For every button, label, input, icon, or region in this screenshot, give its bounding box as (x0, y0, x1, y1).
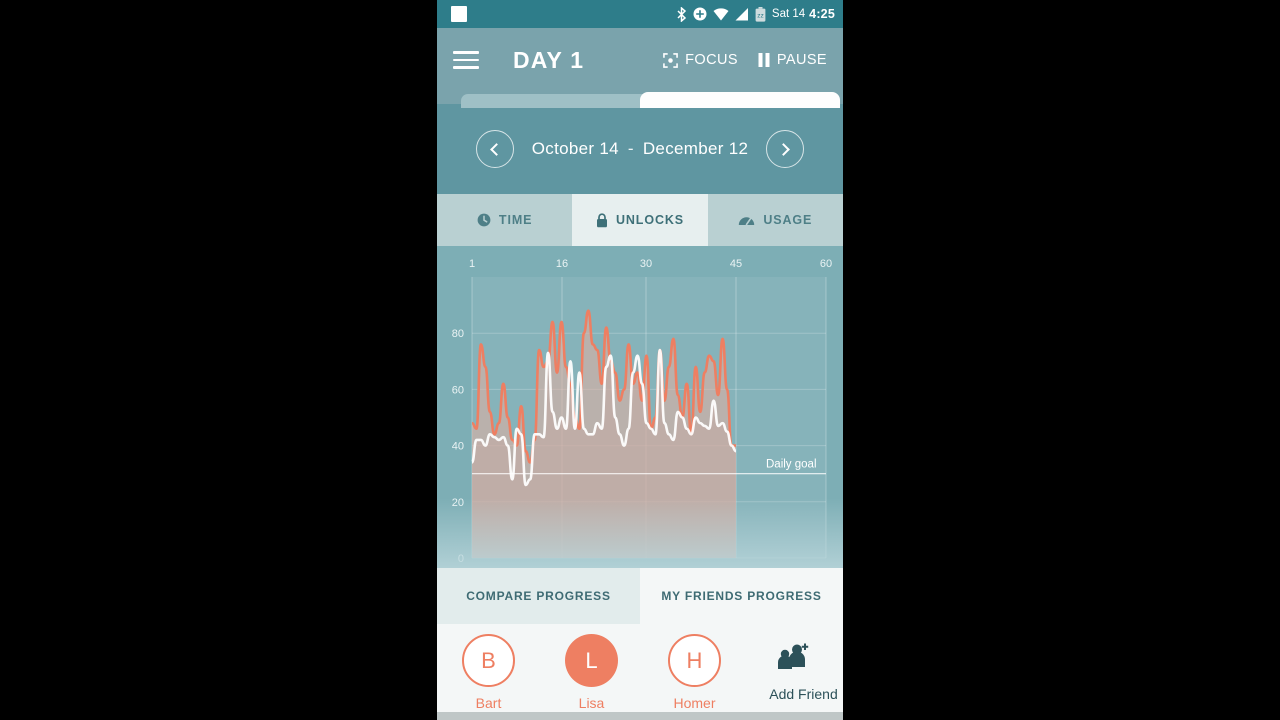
unlocks-chart[interactable]: 116304560020406080Daily goal (437, 246, 843, 568)
pause-label: PAUSE (776, 52, 827, 68)
hamburger-icon[interactable] (453, 51, 479, 69)
svg-text:80: 80 (452, 328, 464, 340)
tab-unlocks[interactable]: UNLOCKS (572, 194, 708, 246)
status-bar: zz Sat 14 4:25 (437, 0, 843, 28)
prev-period-button[interactable] (475, 130, 514, 168)
svg-text:30: 30 (640, 258, 652, 270)
tab-compare-progress[interactable]: COMPARE PROGRESS (437, 568, 640, 624)
friend-name: Homer (673, 695, 716, 711)
tab-time-label: TIME (498, 213, 533, 227)
tab-usage-label: USAGE (763, 213, 813, 227)
date-range-start: October 14 (531, 139, 619, 158)
status-clock: 4:25 (809, 7, 835, 21)
signal-icon (735, 7, 748, 20)
svg-text:60: 60 (820, 258, 832, 270)
add-friend-button[interactable]: Add Friend (740, 634, 843, 702)
friend-lisa[interactable]: L Lisa (540, 634, 643, 711)
tab-compare-progress-label: COMPARE PROGRESS (466, 589, 611, 603)
focus-label: FOCUS (685, 52, 738, 68)
tab-usage[interactable]: USAGE (707, 194, 843, 246)
date-range-end: December 12 (642, 139, 749, 158)
avatar: H (668, 634, 721, 687)
location-icon (693, 7, 707, 21)
status-placeholder-icon (451, 6, 467, 22)
next-period-button[interactable] (766, 130, 805, 168)
focus-icon (663, 52, 679, 68)
friend-homer[interactable]: H Homer (643, 634, 746, 711)
friends-row: B Bart L Lisa H Homer Add Friend (437, 624, 843, 720)
lock-icon (596, 212, 607, 227)
system-nav-bar (437, 712, 843, 720)
speedometer-icon (739, 217, 755, 226)
svg-text:40: 40 (452, 441, 464, 453)
metric-tabs: TIME UNLOCKS USAGE (437, 194, 843, 246)
date-range-separator: - (627, 139, 634, 158)
friend-bart[interactable]: B Bart (437, 634, 540, 711)
date-range-label: October 14 - December 12 (532, 139, 748, 159)
phone-screen: zz Sat 14 4:25 DAY 1 FOCUS PAUSE October… (437, 0, 843, 720)
add-people-icon (777, 643, 808, 669)
svg-text:16: 16 (556, 258, 568, 270)
wifi-icon (713, 7, 729, 20)
bluetooth-icon (677, 6, 687, 22)
pause-icon (758, 53, 770, 67)
app-bar: DAY 1 FOCUS PAUSE (437, 28, 843, 92)
app-bar-actions: FOCUS PAUSE (663, 52, 827, 68)
card-peek-right (640, 92, 840, 108)
progress-tabs: COMPARE PROGRESS MY FRIENDS PROGRESS (437, 568, 843, 624)
friend-name: Bart (475, 695, 502, 711)
screenshot-stage: zz Sat 14 4:25 DAY 1 FOCUS PAUSE October… (0, 0, 1280, 720)
tab-my-friends-progress[interactable]: MY FRIENDS PROGRESS (640, 568, 843, 624)
tab-unlocks-label: UNLOCKS (615, 213, 685, 227)
chart-bottom-fade (437, 498, 843, 568)
card-peek-left (461, 94, 651, 108)
status-date: Sat 14 (771, 8, 806, 20)
date-range-nav: October 14 - December 12 (437, 104, 843, 194)
tab-my-friends-progress-label: MY FRIENDS PROGRESS (661, 589, 822, 603)
chevron-left-icon (489, 142, 503, 156)
svg-text:60: 60 (452, 384, 464, 396)
focus-button[interactable]: FOCUS (663, 52, 738, 68)
battery-icon: zz (755, 6, 766, 22)
avatar: L (565, 634, 618, 687)
svg-text:zz: zz (757, 12, 764, 19)
tab-time[interactable]: TIME (437, 194, 573, 246)
avatar: B (462, 634, 515, 687)
clock-icon (477, 213, 491, 227)
svg-text:Daily goal: Daily goal (766, 459, 817, 471)
svg-text:1: 1 (469, 258, 475, 270)
chevron-right-icon (777, 142, 791, 156)
status-icons: zz Sat 14 4:25 (676, 6, 835, 22)
friend-name: Lisa (578, 695, 605, 711)
add-friend-label: Add Friend (769, 686, 838, 702)
svg-text:45: 45 (730, 258, 742, 270)
page-title: DAY 1 (513, 46, 585, 73)
card-peek-strip (437, 92, 843, 108)
pause-button[interactable]: PAUSE (758, 52, 827, 68)
